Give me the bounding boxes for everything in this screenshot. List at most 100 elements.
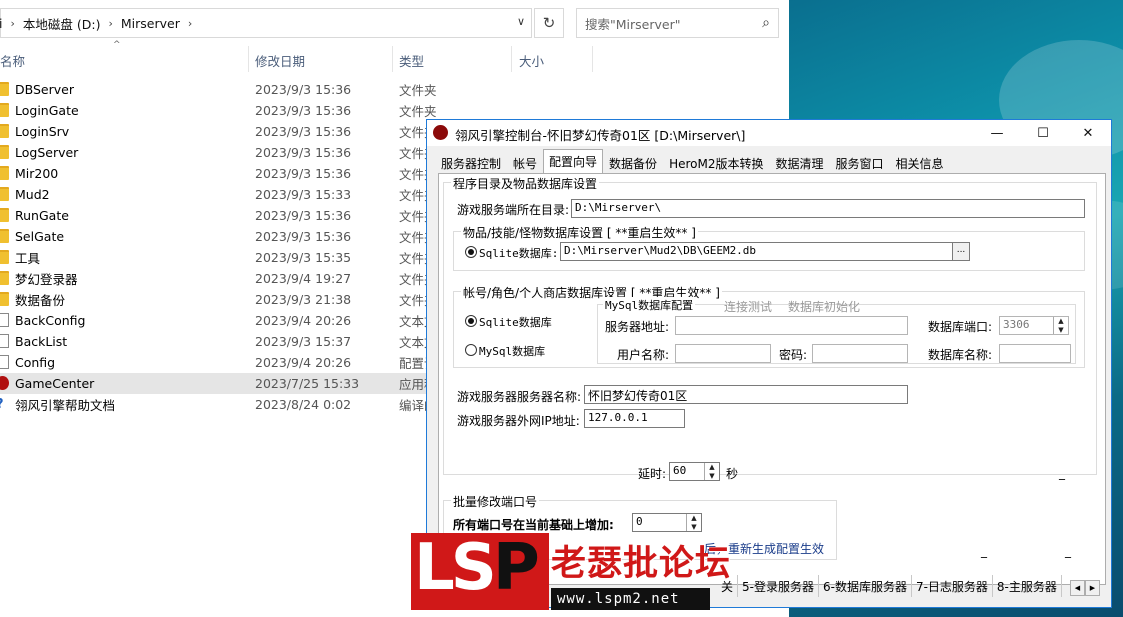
delay-stepper[interactable]: ▲ ▼ (704, 463, 719, 480)
file-date: 2023/9/3 21:38 (255, 292, 352, 307)
chevron-down-icon[interactable]: ∨ (517, 15, 525, 28)
file-date: 2023/9/3 15:36 (255, 145, 352, 160)
sqlite-item-radio[interactable] (465, 246, 477, 258)
column-divider[interactable] (511, 46, 512, 72)
server-tab-4[interactable]: 8-主服务器 (993, 575, 1062, 597)
tab-6[interactable]: 服务窗口 (830, 151, 890, 173)
db-port-label: 数据库端口: (928, 320, 993, 334)
browse-button[interactable]: ... (952, 242, 970, 261)
batch-port-title: 批量修改端口号 (451, 493, 540, 510)
tab-0[interactable]: 服务器控制 (435, 151, 507, 173)
sqlite-item-label: Sqlite数据库: (479, 247, 559, 260)
server-tab-1[interactable]: 5-登录服务器 (738, 575, 819, 597)
config-wizard-pane: 程序目录及物品数据库设置 游戏服务端所在目录: D:\Mirserver\ 物品… (438, 173, 1106, 585)
column-header-size[interactable]: 大小 (519, 46, 544, 74)
breadcrumb-folder[interactable]: Mirserver (121, 16, 180, 31)
file-date: 2023/9/3 15:36 (255, 103, 352, 118)
breadcrumb-drive[interactable]: 本地磁盘 (D:) (23, 14, 101, 33)
db-name-field[interactable] (999, 344, 1071, 363)
address-bar[interactable]: i › 本地磁盘 (D:) › Mirserver › ∨ (0, 8, 532, 38)
column-divider[interactable] (392, 46, 393, 72)
tab-3[interactable]: 数据备份 (603, 151, 663, 173)
file-date: 2023/7/25 15:33 (255, 376, 360, 391)
file-date: 2023/9/4 19:27 (255, 271, 352, 286)
dash-mark: _ (1065, 544, 1071, 558)
mysql-label[interactable]: MySql数据库 (479, 343, 545, 359)
file-date: 2023/9/3 15:33 (255, 187, 352, 202)
server-name-field[interactable]: 怀旧梦幻传奇01区 (584, 385, 908, 404)
password-field[interactable] (812, 344, 908, 363)
title-bar[interactable]: 翎风引擎控制台-怀旧梦幻传奇01区 [D:\Mirserver\] — ☐ ✕ (427, 120, 1111, 146)
sqlite-account-label[interactable]: Sqlite数据库 (479, 314, 552, 330)
file-date: 2023/9/3 15:36 (255, 208, 352, 223)
password-label: 密码: (779, 348, 808, 362)
tab-1[interactable]: 帐号 (507, 151, 543, 173)
user-field[interactable] (675, 344, 771, 363)
server-tab-2[interactable]: 6-数据库服务器 (819, 575, 912, 597)
search-input[interactable]: 搜索"Mirserver" ⌕ (576, 8, 779, 38)
file-name: RunGate (15, 208, 69, 223)
file-name: LoginSrv (15, 124, 70, 139)
column-divider[interactable] (248, 46, 249, 72)
column-divider[interactable] (592, 46, 593, 72)
game-dir-field[interactable]: D:\Mirserver\ (571, 199, 1085, 218)
maximize-button[interactable]: ☐ (1020, 120, 1066, 146)
file-name: DBServer (15, 82, 74, 97)
column-header-date[interactable]: 修改日期 (255, 46, 305, 74)
folder-icon (0, 208, 9, 222)
user-label: 用户名称: (617, 348, 670, 362)
server-addr-field[interactable] (675, 316, 908, 335)
file-date: 2023/9/3 15:35 (255, 250, 352, 265)
scroll-right-icon[interactable]: ▶ (1085, 580, 1100, 596)
app-icon (433, 125, 448, 140)
scroll-left-icon[interactable]: ◀ (1070, 580, 1085, 596)
file-row[interactable]: DBServer 2023/9/3 15:36 文件夹 (0, 79, 789, 100)
file-date: 2023/9/4 20:26 (255, 355, 352, 370)
delay-unit: 秒 (726, 467, 739, 481)
server-ip-field[interactable]: 127.0.0.1 (584, 409, 685, 428)
file-name: LoginGate (15, 103, 79, 118)
file-name: Config (15, 355, 56, 370)
sqlite-account-radio[interactable] (465, 315, 477, 327)
folder-icon (0, 229, 9, 243)
init-db-button[interactable]: 数据库初始化 (788, 298, 860, 315)
file-row[interactable]: LoginGate 2023/9/3 15:36 文件夹 (0, 100, 789, 121)
text-file-icon (0, 334, 9, 348)
file-name: 梦幻登录器 (15, 272, 78, 287)
column-header-name[interactable]: 名称 (0, 46, 25, 74)
tab-2[interactable]: 配置向导 (543, 149, 604, 173)
tab-4[interactable]: HeroM2版本转换 (663, 151, 769, 173)
minimize-button[interactable]: — (974, 120, 1020, 146)
file-name: BackList (15, 334, 68, 349)
server-tab-3[interactable]: 7-日志服务器 (912, 575, 993, 597)
column-header-type[interactable]: 类型 (399, 46, 424, 74)
item-db-group-title: 物品/技能/怪物数据库设置 [ **重启生效** ] (461, 224, 698, 241)
tab-5[interactable]: 数据清理 (769, 151, 829, 173)
search-placeholder: 搜索"Mirserver" (585, 16, 681, 32)
test-connection-button[interactable]: 连接测试 (724, 298, 772, 315)
tab-scroll-arrows: ◀ ▶ (1070, 580, 1100, 596)
tab-7[interactable]: 相关信息 (890, 151, 950, 173)
folder-icon (0, 103, 9, 117)
text-file-icon (0, 313, 9, 327)
file-date: 2023/8/24 0:02 (255, 397, 352, 412)
file-date: 2023/9/3 15:36 (255, 229, 352, 244)
refresh-button[interactable]: ↻ (534, 8, 564, 38)
file-name: GameCenter (15, 376, 95, 391)
mysql-radio[interactable] (465, 344, 477, 356)
file-type: 文件夹 (399, 83, 437, 98)
dash-mark: _ (981, 544, 987, 558)
sort-ascending-icon: ^ (113, 40, 121, 50)
section-title: 程序目录及物品数据库设置 (451, 175, 600, 192)
db-port-stepper[interactable]: ▲ ▼ (1053, 317, 1068, 334)
dash-mark: _ (1059, 466, 1065, 480)
file-name: 数据备份 (15, 293, 66, 308)
close-button[interactable]: ✕ (1065, 120, 1111, 146)
server-name-label: 游戏服务器服务器名称: (457, 390, 582, 404)
window-title: 翎风引擎控制台-怀旧梦幻传奇01区 [D:\Mirserver\] (455, 128, 746, 143)
sqlite-item-path-field[interactable]: D:\Mirserver\Mud2\DB\GEEM2.db (560, 242, 954, 261)
port-inc-stepper[interactable]: ▲ ▼ (686, 514, 701, 531)
file-name: Mud2 (15, 187, 50, 202)
game-dir-label: 游戏服务端所在目录: (457, 203, 570, 217)
app-icon (0, 376, 9, 390)
